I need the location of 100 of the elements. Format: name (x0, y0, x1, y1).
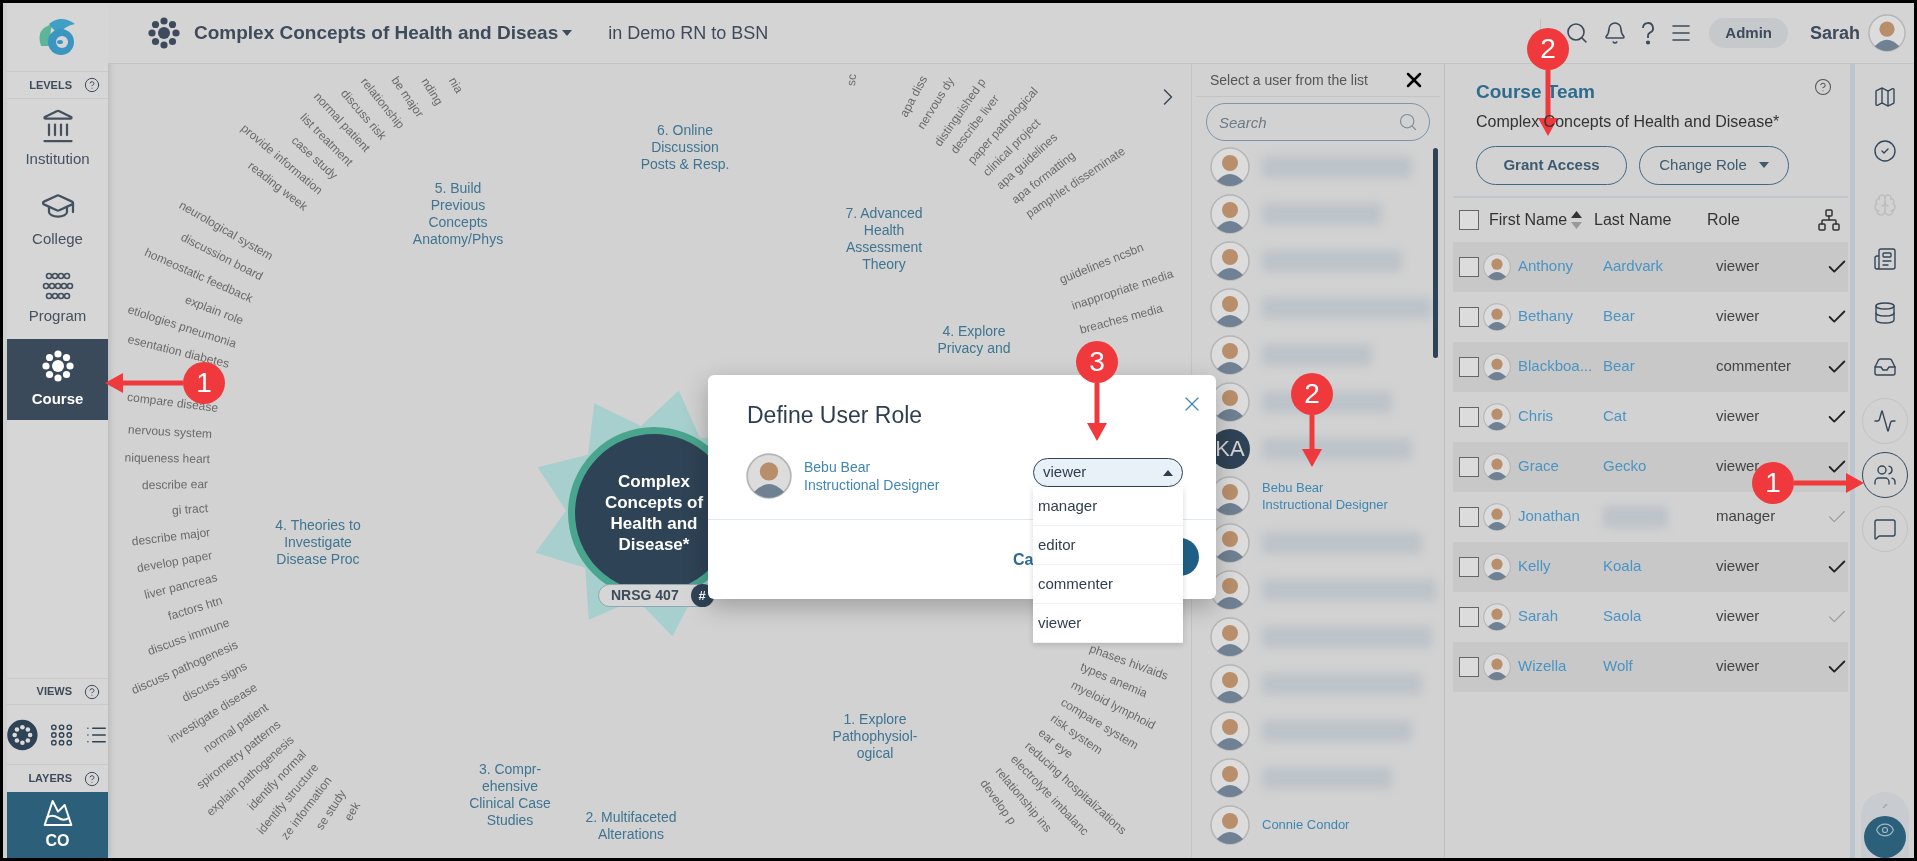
first-name-link[interactable]: Wizella (1518, 655, 1603, 678)
role-option[interactable]: commenter (1033, 565, 1183, 604)
avatar (1210, 616, 1250, 657)
avatar (1868, 14, 1906, 52)
row-checkbox[interactable] (1459, 456, 1479, 477)
help-icon[interactable] (84, 683, 100, 700)
map-term[interactable]: niqueness heart (124, 451, 211, 465)
level-tab[interactable]: College (7, 179, 108, 259)
team-row[interactable]: Kelly Koala viewer (1453, 541, 1848, 592)
last-name-link[interactable]: Wolf (1603, 657, 1633, 675)
first-name-link[interactable]: Anthony (1518, 255, 1603, 278)
topic-label[interactable]: 1. Explore Pathophysiol- ogical (832, 710, 918, 762)
help-icon[interactable] (84, 770, 100, 787)
map-term[interactable]: gi tract (171, 502, 209, 517)
team-row[interactable]: Wizella Wolf viewer (1453, 641, 1848, 692)
first-name-link[interactable]: Bethany (1518, 305, 1603, 328)
avatar (1483, 452, 1511, 481)
molecule-icon (39, 348, 76, 385)
topic-label[interactable]: 4. Theories to Investigate Disease Proc (275, 516, 361, 568)
team-row[interactable]: Jonathan manager (1453, 491, 1848, 542)
role-cell-text: viewer (1716, 306, 1761, 327)
caret-down-icon (1758, 162, 1769, 168)
avatar (746, 453, 792, 499)
row-checkbox[interactable] (1459, 556, 1479, 577)
wheel-view-icon[interactable] (7, 718, 38, 751)
last-name-link[interactable]: Gecko (1603, 457, 1647, 475)
avatar (1210, 804, 1250, 845)
role-cell-text: viewer (1716, 456, 1761, 477)
map-term[interactable]: describe major (131, 526, 211, 548)
last-name-link[interactable]: Koala (1603, 557, 1642, 575)
hierarchy-icon (1817, 207, 1841, 232)
map-term[interactable]: describe ear (141, 478, 209, 492)
course-code-badge[interactable]: NRSG 407 # (598, 584, 715, 607)
first-name-link[interactable]: Grace (1518, 455, 1603, 478)
layers-label: LAYERS (28, 771, 72, 787)
levels-label: LEVELS (29, 77, 72, 93)
search-field[interactable]: Search (1206, 103, 1430, 141)
search-icon (1398, 112, 1418, 132)
topic-label[interactable]: 7. Advanced Health Assessment Theory (845, 205, 923, 273)
last-name-link[interactable]: Bear (1603, 357, 1635, 375)
role-option[interactable]: manager (1033, 487, 1183, 526)
pulse-icon (1872, 409, 1897, 433)
row-checkbox[interactable] (1459, 306, 1479, 327)
team-row[interactable]: Anthony Aardvark viewer (1453, 241, 1848, 292)
last-name-link[interactable]: Saola (1603, 607, 1642, 625)
first-name-link[interactable]: Kelly (1518, 555, 1603, 578)
caret-icon (1163, 469, 1173, 476)
map-term[interactable]: factors htn (166, 594, 224, 623)
role-select[interactable]: viewer (1033, 458, 1183, 487)
team-row[interactable]: Bethany Bear viewer (1453, 291, 1848, 342)
select-all-checkbox[interactable] (1459, 209, 1479, 230)
help-icon[interactable] (84, 77, 100, 93)
avatar (1483, 402, 1511, 431)
avatar (1483, 552, 1511, 581)
topic-label[interactable]: 2. Multifaceted Alterations (585, 809, 677, 843)
last-name-link[interactable]: Bear (1603, 307, 1635, 325)
avatar (1210, 287, 1250, 328)
role-option[interactable]: editor (1033, 526, 1183, 565)
row-checkbox[interactable] (1459, 356, 1479, 377)
map-term[interactable]: develop paper (136, 549, 214, 575)
bell-icon[interactable] (1603, 21, 1628, 45)
level-tab[interactable]: Program (7, 259, 108, 339)
avatar (1483, 352, 1511, 381)
level-tab[interactable]: Institution (7, 99, 108, 179)
map-term[interactable]: eek (342, 800, 363, 823)
avatar (1483, 252, 1511, 281)
role-cell-text: viewer (1716, 406, 1761, 427)
row-checkbox[interactable] (1459, 256, 1479, 277)
row-checkbox[interactable] (1459, 406, 1479, 427)
column-header[interactable]: First Name (1489, 207, 1594, 232)
first-name-link[interactable]: Sarah (1518, 605, 1603, 628)
topic-label[interactable]: 3. Compr- ehensive Clinical Case Studies (469, 761, 551, 829)
admin-button[interactable]: Admin (1709, 18, 1788, 48)
topic-label[interactable]: 5. Build Previous Concepts Anatomy/Phys (412, 180, 504, 248)
team-row[interactable]: Chris Cat viewer (1453, 391, 1848, 442)
caret-down-icon (562, 30, 573, 36)
level-tab[interactable]: Course (7, 339, 108, 420)
team-row[interactable]: Blackboa... Bear commenter (1453, 341, 1848, 392)
first-name-link[interactable]: Chris (1518, 405, 1603, 428)
row-checkbox[interactable] (1459, 656, 1479, 677)
last-name-link[interactable]: Cat (1603, 407, 1627, 425)
layer-tile[interactable]: CO (7, 792, 108, 858)
cancel-button[interactable]: Ca (1013, 548, 1034, 572)
map-term[interactable]: nervous system (127, 423, 213, 440)
role-option[interactable]: viewer (1033, 604, 1183, 643)
map-term[interactable]: nia (446, 75, 466, 95)
row-checkbox[interactable] (1459, 606, 1479, 627)
map-term[interactable]: sc (845, 73, 858, 87)
row-checkbox[interactable] (1459, 506, 1479, 527)
last-name-link[interactable]: Aardvark (1603, 257, 1664, 275)
first-name-link[interactable]: Jonathan (1518, 505, 1603, 528)
first-name-link[interactable]: Blackboa... (1518, 355, 1603, 378)
grid-view-icon[interactable] (49, 722, 73, 747)
topic-label[interactable]: 6. Online Discussion Posts & Resp. (640, 121, 730, 173)
topic-label[interactable]: 4. Explore Privacy and (937, 323, 1011, 357)
search-icon[interactable] (1565, 21, 1590, 45)
help-icon[interactable] (1814, 78, 1832, 96)
team-row[interactable]: Sarah Saola viewer (1453, 591, 1848, 642)
course-title-dropdown[interactable]: Complex Concepts of Health and Diseas (194, 18, 573, 48)
eye-button[interactable] (1863, 816, 1906, 858)
